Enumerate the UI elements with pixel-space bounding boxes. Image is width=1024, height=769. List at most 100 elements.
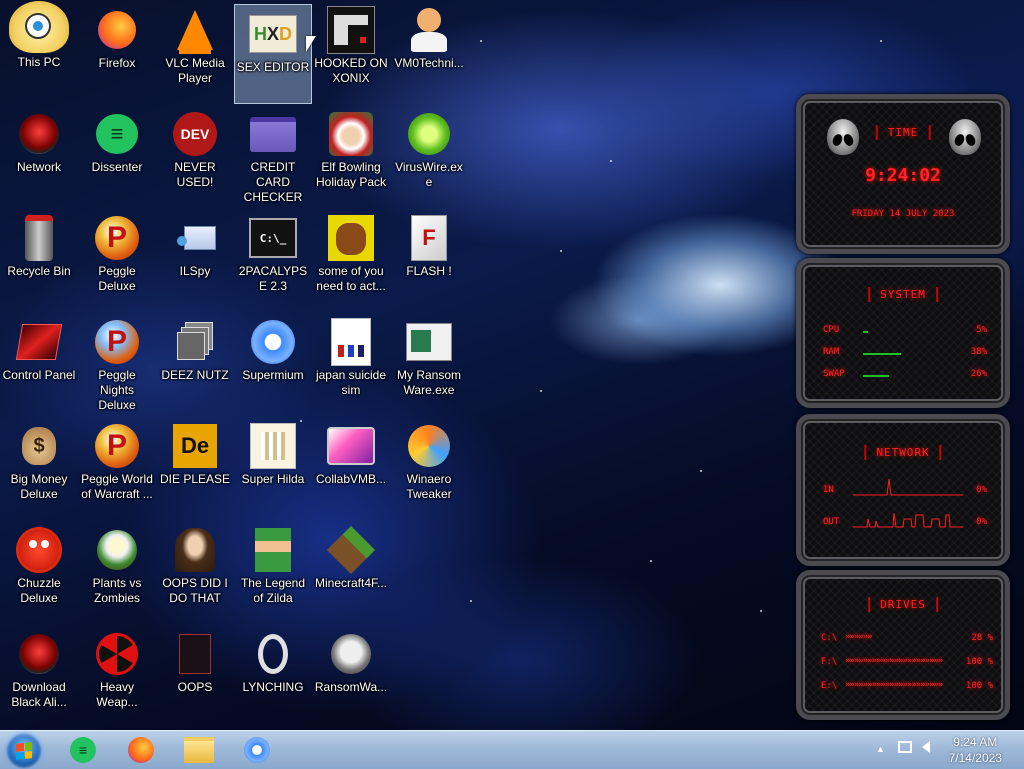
desktop-icon-label: CollabVMB... — [315, 472, 387, 486]
desktop-icon-winaero-tweaker[interactable]: Winaero Tweaker — [390, 416, 468, 516]
desktop-icon-my-ransomware[interactable]: My Ransom Ware.exe — [390, 312, 468, 412]
desktop-icon-ransomware[interactable]: RansomWa... — [312, 624, 390, 724]
widget-title: TIME — [875, 125, 931, 140]
widget-clock: 9:24:02 — [865, 165, 941, 186]
desktop-icon-label: RansomWa... — [314, 680, 388, 694]
drive-row-value: 100 % — [965, 657, 993, 667]
application-window-icon — [405, 318, 453, 366]
desktop-icon-network[interactable]: Network — [0, 104, 78, 204]
widget-title: SYSTEM — [868, 287, 938, 302]
time-widget: TIME 9:24:02 FRIDAY 14 JULY 2023 — [796, 94, 1010, 254]
desktop-icon-label: Download Black Ali... — [11, 680, 67, 709]
system-row-bar — [863, 331, 868, 333]
santa-icon — [327, 110, 375, 158]
desktop-icon-never-used[interactable]: DEV NEVER USED! — [156, 104, 234, 204]
desktop-icon-download-black-alien[interactable]: Download Black Ali... — [0, 624, 78, 724]
desktop-icon-recycle-bin[interactable]: Recycle Bin — [0, 208, 78, 308]
desktop-icon-supermium[interactable]: Supermium — [234, 312, 312, 412]
desktop-icon-collabvm[interactable]: CollabVMB... — [312, 416, 390, 516]
desktop-icon-peggle-wow[interactable]: P Peggle World of Warcraft ... — [78, 416, 156, 516]
desktop-icon-minecraft[interactable]: Minecraft4F... — [312, 520, 390, 620]
desktop-icon-ilspy[interactable]: ILSpy — [156, 208, 234, 308]
windows-logo-icon — [16, 742, 32, 760]
desktop-icon-label: Recycle Bin — [7, 264, 71, 278]
desktop-icon-label: Big Money Deluxe — [10, 472, 68, 501]
desktop-icon-label: Peggle Nights Deluxe — [98, 368, 136, 412]
supermium-icon — [244, 737, 270, 763]
desktop-icon-control-panel[interactable]: Control Panel — [0, 312, 78, 412]
desktop-icon-viruswire[interactable]: VirusWire.exe — [390, 104, 468, 204]
desktop-icon-some-of-you[interactable]: some of you need to act... — [312, 208, 390, 308]
document-icon — [327, 318, 375, 366]
network-out-label: OUT — [823, 517, 840, 527]
widget-title: NETWORK — [864, 445, 942, 460]
taskbar-time: 9:24 AM — [953, 735, 998, 749]
taskbar-supermium[interactable] — [232, 733, 282, 767]
desktop-icon-label: VM0Techni... — [394, 56, 464, 70]
desktop-icon-deez-nutz[interactable]: DEEZ NUTZ — [156, 312, 234, 412]
drive-row-label: E:\ — [821, 681, 838, 691]
system-row-bar — [863, 353, 901, 355]
desktop-icon-super-hilda[interactable]: Super Hilda — [234, 416, 312, 516]
desktop-icon-label: Supermium — [242, 368, 304, 382]
desktop-icon-plants-vs-zombies[interactable]: Plants vs Zombies — [78, 520, 156, 620]
desktop-icon-label: Peggle World of Warcraft ... — [81, 472, 153, 501]
desktop-icon-label: DEEZ NUTZ — [161, 368, 229, 382]
desktop-icon-elf-bowling[interactable]: Elf Bowling Holiday Pack — [312, 104, 390, 204]
desktop-icon-legend-of-zilda[interactable]: The Legend of Zilda — [234, 520, 312, 620]
desktop-icon-die-please[interactable]: De DIE PLEASE — [156, 416, 234, 516]
control-panel-icon — [15, 318, 63, 366]
peggle-icon: P — [93, 214, 141, 262]
taskbar-file-explorer[interactable] — [174, 733, 224, 767]
radiation-icon — [93, 630, 141, 678]
desktop-icon-vm0technique[interactable]: VM0Techni... — [390, 0, 468, 100]
rope-icon — [249, 630, 297, 678]
desktop-icon-heavy-weapon[interactable]: Heavy Weap... — [78, 624, 156, 724]
desktop-icon-label: Network — [16, 160, 61, 174]
desktop-icon-credit-card-checker[interactable]: CREDIT CARD CHECKER — [234, 104, 312, 204]
show-hidden-icons-arrow[interactable]: ▲ — [876, 744, 885, 754]
desktop-icon-peggle-nights[interactable]: P Peggle Nights Deluxe — [78, 312, 156, 412]
taskbar-clock[interactable]: 9:24 AM 7/14/2023 — [949, 734, 1002, 766]
taskbar-dissenter[interactable]: ≡ — [58, 733, 108, 767]
vlc-cone-icon — [171, 6, 219, 54]
desktop-icon-2pacalypse[interactable]: C:\_ 2PACALYPSE 2.3 — [234, 208, 312, 308]
network-tray-icon[interactable] — [898, 741, 912, 753]
system-row-label: SWAP — [823, 369, 845, 379]
desktop-icon-label: ILSpy — [179, 264, 211, 278]
desktop-icon-label: Firefox — [98, 56, 136, 70]
taskbar: ≡ ▲ 9:24 AM 7/14/2023 — [0, 730, 1024, 769]
drive-row-bar: »»»»»»»»»»»»»»»»»»»»»» — [845, 680, 943, 690]
desktop-icon-hooked-on-xonix[interactable]: HOOKED ON XONIX — [312, 0, 390, 100]
cartoon-face-icon — [9, 1, 69, 53]
stacked-windows-icon — [171, 318, 219, 366]
network-out-value: 0% — [976, 517, 987, 527]
desktop-icon-chuzzle[interactable]: Chuzzle Deluxe — [0, 520, 78, 620]
desktop-icon-firefox[interactable]: Firefox — [78, 0, 156, 100]
desktop-icon-vlc[interactable]: VLC Media Player — [156, 0, 234, 100]
desktop-icon-label: The Legend of Zilda — [240, 576, 306, 605]
desktop-icon-flash[interactable]: F FLASH ! — [390, 208, 468, 308]
chuzzle-icon — [15, 526, 63, 574]
desktop-icon-japan-suicide-sim[interactable]: japan suicide sim — [312, 312, 390, 412]
volume-tray-icon[interactable] — [922, 741, 930, 753]
mouse-cursor — [306, 36, 316, 52]
desktop-icon-this-pc[interactable]: This PC — [0, 0, 78, 100]
desktop-icon-label: japan suicide sim — [315, 368, 387, 397]
flash-document-icon: F — [405, 214, 453, 262]
desktop-icon-oops[interactable]: OOPS — [156, 624, 234, 724]
desktop-icon-sex-editor[interactable]: HXD SEX EDITOR — [234, 4, 312, 104]
taskbar-firefox[interactable] — [116, 733, 166, 767]
desktop-icon-big-money[interactable]: $ Big Money Deluxe — [0, 416, 78, 516]
desktop-icon-label: Elf Bowling Holiday Pack — [315, 160, 387, 189]
desktop-icon-oops-did-i[interactable]: OOPS DID I DO THAT — [156, 520, 234, 620]
peggle-icon: P — [93, 422, 141, 470]
drive-row-bar: »»»»»» — [845, 632, 873, 642]
desktop-icon-dissenter[interactable]: ≡ Dissenter — [78, 104, 156, 204]
desktop-icon-peggle-deluxe[interactable]: P Peggle Deluxe — [78, 208, 156, 308]
start-button[interactable] — [6, 733, 42, 769]
widget-date: FRIDAY 14 JULY 2023 — [851, 209, 955, 219]
folder-icon — [184, 737, 214, 763]
limewire-icon — [405, 110, 453, 158]
desktop-icon-lynching[interactable]: LYNCHING — [234, 624, 312, 724]
